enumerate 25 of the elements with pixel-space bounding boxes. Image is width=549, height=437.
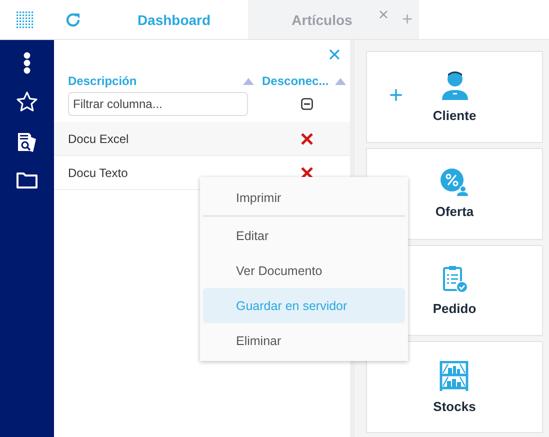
card-label: Oferta	[435, 204, 474, 220]
more-icon[interactable]	[23, 52, 31, 74]
discount-icon	[440, 168, 468, 196]
tab-label: Artículos	[292, 12, 352, 28]
tab-label: Dashboard	[137, 12, 211, 28]
close-icon[interactable]	[379, 10, 388, 19]
dashboard-card[interactable]: Stocks	[366, 341, 543, 433]
refresh-icon[interactable]	[64, 10, 82, 28]
dashboard-card[interactable]: + Cliente	[366, 51, 543, 143]
folder-icon[interactable]	[16, 171, 38, 189]
filter-checkbox[interactable]	[301, 98, 313, 110]
close-icon[interactable]	[329, 48, 340, 60]
card-label: Stocks	[433, 398, 476, 414]
filter-field[interactable]: Filtrar columna...	[68, 92, 248, 116]
card-label: Pedido	[432, 300, 476, 316]
person-icon	[442, 70, 468, 100]
star-icon[interactable]	[16, 91, 38, 113]
table-cell: Docu Excel	[54, 122, 258, 156]
card-label: Cliente	[432, 108, 476, 124]
sort-icon[interactable]	[243, 78, 254, 84]
clipboard-check-icon	[442, 264, 468, 293]
sort-icon[interactable]	[335, 78, 346, 84]
shelves-icon	[439, 360, 470, 391]
app-grid-icon[interactable]	[16, 10, 34, 28]
document-search-icon[interactable]	[15, 130, 39, 154]
